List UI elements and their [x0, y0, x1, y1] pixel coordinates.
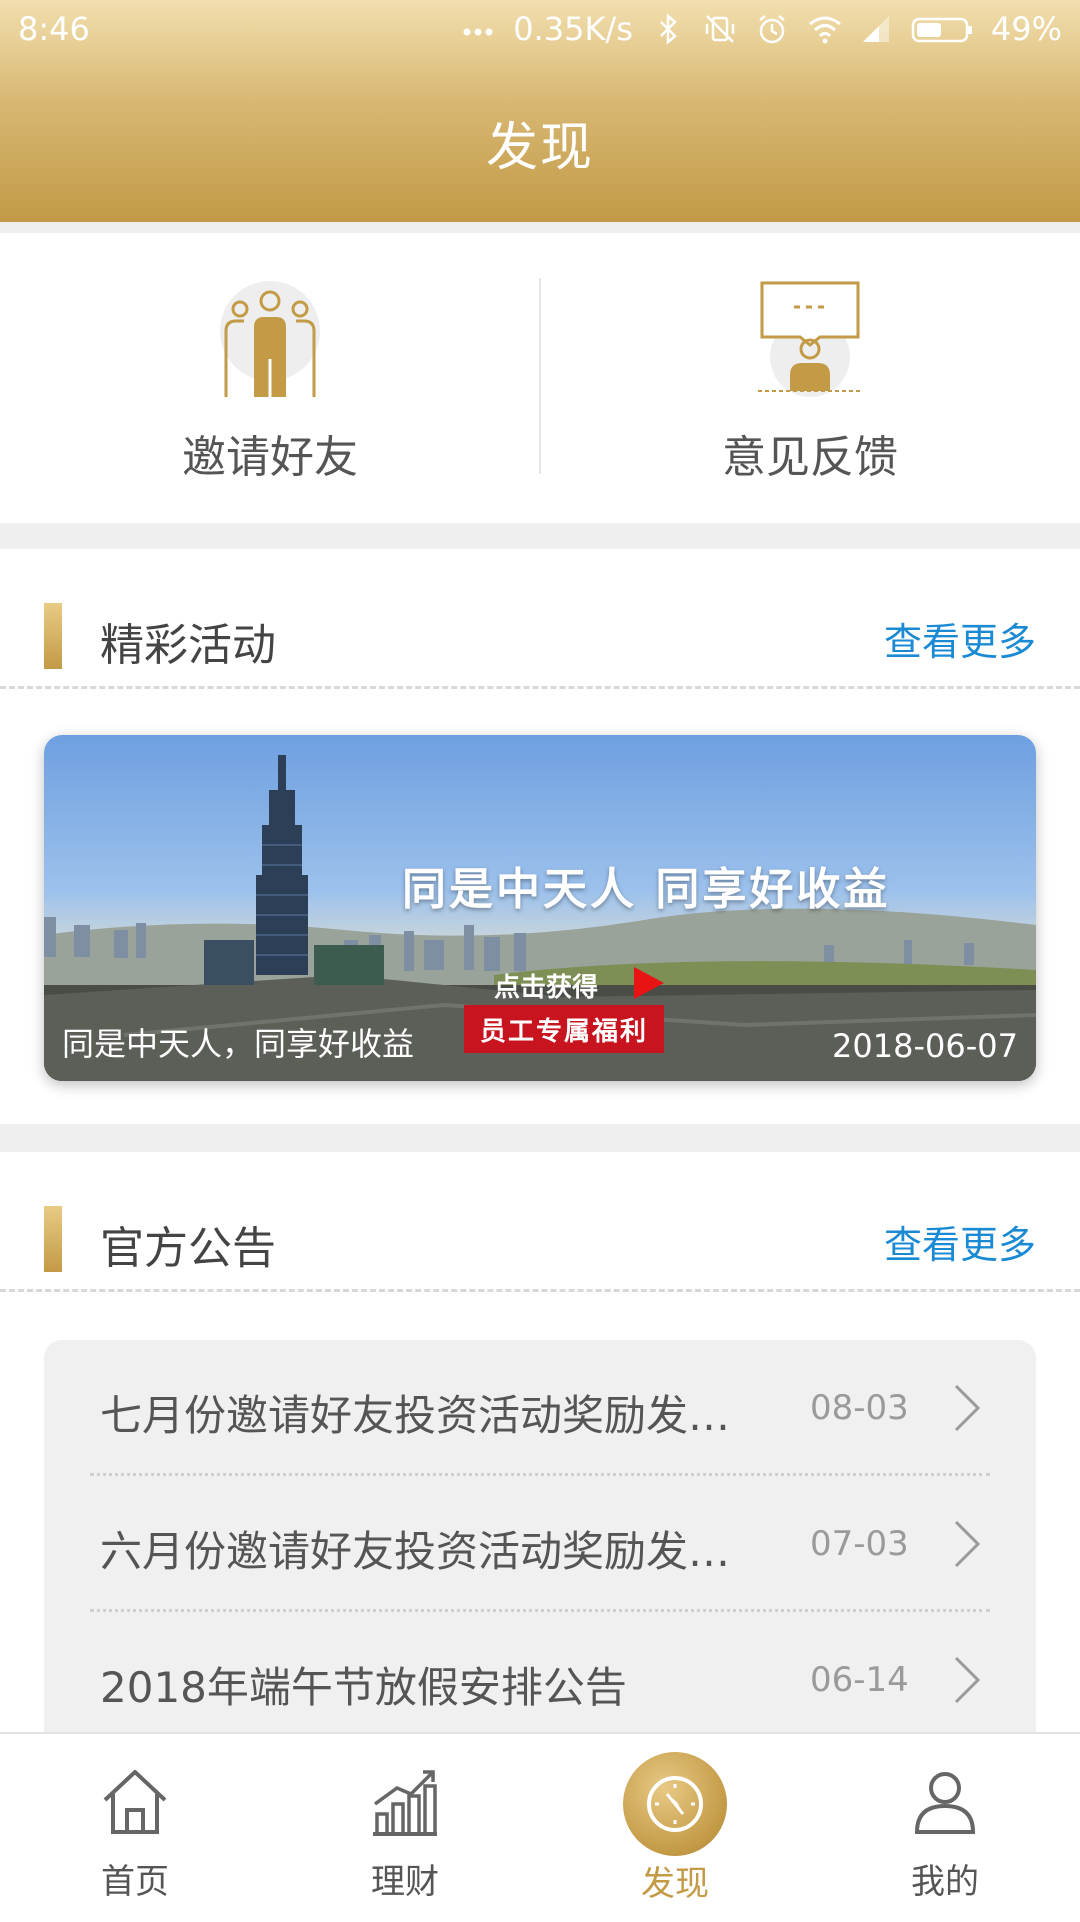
- announcements-more-link[interactable]: 查看更多: [884, 1214, 1036, 1269]
- announcement-title: 七月份邀请好友投资活动奖励发…: [100, 1391, 731, 1440]
- tab-home-label: 首页: [101, 1862, 169, 1902]
- section-divider: [0, 686, 1080, 689]
- announcement-list: 七月份邀请好友投资活动奖励发… 08-03 六月份邀请好友投资活动奖励发… 07…: [44, 1340, 1036, 1760]
- announcement-title: 2018年端午节放假安排公告: [100, 1663, 627, 1712]
- battery-percent: 49%: [990, 10, 1062, 48]
- status-bar: 8:46 0.35K/s 49%: [0, 0, 1080, 62]
- feedback-icon: [758, 281, 862, 397]
- chart-icon: [373, 1770, 437, 1836]
- banner-caption: 同是中天人，同享好收益: [62, 1025, 415, 1063]
- user-icon: [914, 1772, 976, 1834]
- section-accent-bar: [44, 603, 62, 669]
- header-bar: 8:46 0.35K/s 49% 发现: [0, 0, 1080, 222]
- signal-icon: [859, 12, 893, 46]
- bluetooth-icon: [651, 12, 685, 46]
- announcement-title: 六月份邀请好友投资活动奖励发…: [100, 1527, 731, 1576]
- banner-slogan: 同是中天人 同享好收益: [402, 864, 891, 915]
- tab-finance-label: 理财: [371, 1862, 439, 1902]
- status-icons: 0.35K/s 49%: [461, 10, 1062, 48]
- chevron-right-icon: [954, 1384, 981, 1432]
- tab-discover-label: 发现: [641, 1864, 709, 1904]
- banner-click-text: 点击获得: [494, 973, 599, 1003]
- invite-friends-icon: [220, 281, 320, 397]
- activities-more-link[interactable]: 查看更多: [884, 611, 1036, 666]
- activities-title: 精彩活动: [100, 620, 276, 671]
- dots-icon: [461, 12, 495, 46]
- tab-mine[interactable]: 我的: [810, 1734, 1080, 1922]
- play-icon: [634, 967, 664, 999]
- quick-divider: [539, 278, 541, 474]
- quick-actions: 邀请好友 意见反馈: [0, 233, 1080, 523]
- announcement-date: 08-03: [810, 1388, 909, 1428]
- announcement-date: 07-03: [810, 1524, 909, 1564]
- tab-home[interactable]: 首页: [0, 1734, 270, 1922]
- announcement-date: 06-14: [810, 1660, 909, 1700]
- compass-icon: [647, 1776, 703, 1832]
- announcement-item[interactable]: 2018年端午节放假安排公告 06-14: [44, 1612, 1036, 1748]
- activities-header: 精彩活动 查看更多: [0, 549, 1080, 689]
- announcement-item[interactable]: 七月份邀请好友投资活动奖励发… 08-03: [44, 1340, 1036, 1476]
- network-speed: 0.35K/s: [513, 10, 633, 48]
- discover-active-indicator: [623, 1752, 727, 1856]
- feedback-button[interactable]: 意见反馈: [540, 233, 1080, 523]
- alarm-icon: [755, 12, 789, 46]
- invite-friends-label: 邀请好友: [182, 432, 358, 483]
- tab-discover[interactable]: 发现: [540, 1734, 810, 1922]
- bottom-tab-bar: 首页 理财 发现 我的: [0, 1732, 1080, 1922]
- announcements-header: 官方公告 查看更多: [0, 1152, 1080, 1292]
- tab-mine-label: 我的: [911, 1862, 979, 1902]
- feedback-label: 意见反馈: [722, 432, 898, 483]
- chevron-right-icon: [954, 1520, 981, 1568]
- announcements-title: 官方公告: [100, 1223, 276, 1274]
- tab-finance[interactable]: 理财: [270, 1734, 540, 1922]
- announcement-item[interactable]: 六月份邀请好友投资活动奖励发… 07-03: [44, 1476, 1036, 1612]
- banner-date: 2018-06-07: [832, 1027, 1018, 1065]
- home-icon: [103, 1770, 167, 1834]
- activity-banner[interactable]: 同是中天人 同享好收益 点击获得 员工专属福利 同是中天人，同享好收益 2018…: [44, 735, 1036, 1081]
- banner-benefit-label: 员工专属福利: [464, 1005, 664, 1053]
- section-divider: [0, 1289, 1080, 1292]
- status-time: 8:46: [18, 10, 90, 48]
- invite-friends-button[interactable]: 邀请好友: [0, 233, 540, 523]
- battery-icon: [911, 12, 973, 46]
- wifi-icon: [807, 12, 841, 46]
- section-accent-bar: [44, 1206, 62, 1272]
- chevron-right-icon: [954, 1656, 981, 1704]
- page-title: 发现: [485, 118, 594, 178]
- vibrate-off-icon: [703, 12, 737, 46]
